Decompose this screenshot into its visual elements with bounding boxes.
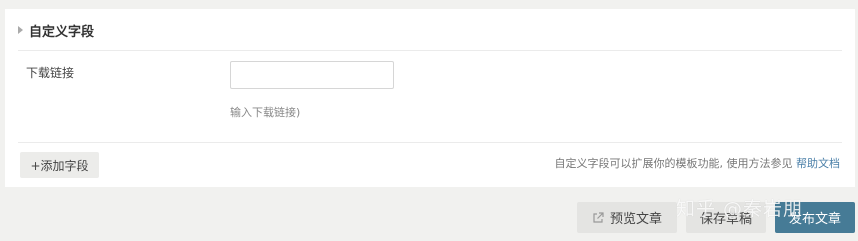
preview-button[interactable]: 预览文章 (577, 202, 677, 233)
preview-label: 预览文章 (609, 212, 662, 227)
triangle-right-icon (18, 26, 23, 34)
custom-fields-info: 自定义字段可以扩展你的模板功能, 使用方法参见 帮助文档 (555, 155, 841, 171)
divider (18, 142, 842, 143)
download-link-input[interactable] (230, 61, 394, 89)
publish-button[interactable]: 发布文章 (775, 202, 855, 233)
info-text: 自定义字段可以扩展你的模板功能, 使用方法参见 (554, 157, 796, 170)
add-field-button[interactable]: +添加字段 (20, 152, 99, 178)
external-link-icon (593, 211, 604, 223)
custom-fields-title: 自定义字段 (29, 24, 95, 40)
download-link-label: 下载链接 (26, 66, 75, 80)
download-link-hint: 输入下载链接) (230, 106, 301, 119)
save-draft-button[interactable]: 保存草稿 (686, 202, 766, 233)
help-docs-link[interactable]: 帮助文档 (796, 157, 840, 170)
custom-fields-panel: 自定义字段 下载链接 输入下载链接) +添加字段 自定义字段可以扩展你的模板功能… (5, 9, 855, 187)
divider (18, 50, 842, 51)
custom-fields-toggle[interactable]: 自定义字段 (18, 20, 94, 40)
